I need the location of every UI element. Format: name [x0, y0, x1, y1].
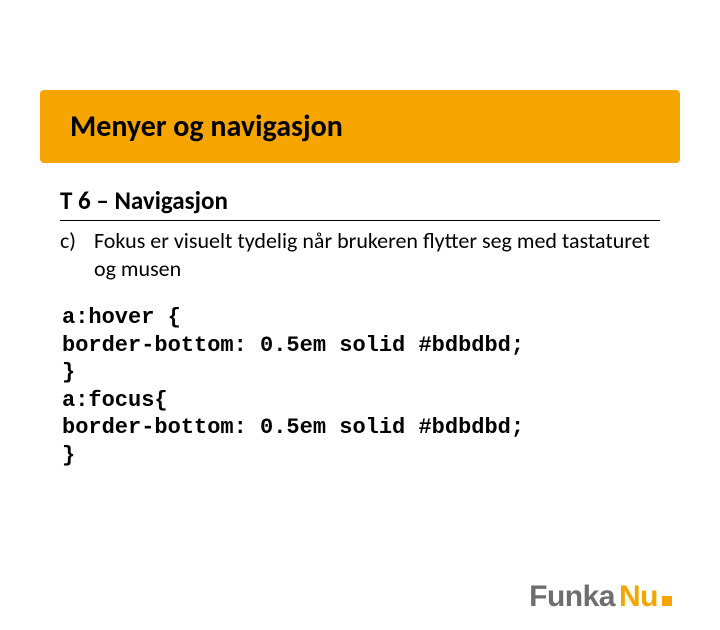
code-block: a:hover { border-bottom: 0.5em solid #bd… — [62, 304, 660, 469]
logo-part-funka: Funka — [529, 580, 615, 614]
section-heading: T 6 – Navigasjon — [60, 185, 660, 216]
bullet-item: c) Fokus er visuelt tydelig når brukeren… — [60, 227, 660, 282]
title-bar: Menyer og navigasjon — [40, 90, 680, 163]
divider — [60, 220, 660, 221]
bullet-marker: c) — [60, 227, 88, 282]
brand-logo: Funka Nu — [529, 580, 672, 614]
bullet-text: Fokus er visuelt tydelig når brukeren fl… — [88, 227, 660, 282]
slide-title: Menyer og navigasjon — [70, 108, 650, 145]
logo-part-nu: Nu — [619, 580, 658, 614]
logo-dot-icon — [662, 596, 672, 606]
